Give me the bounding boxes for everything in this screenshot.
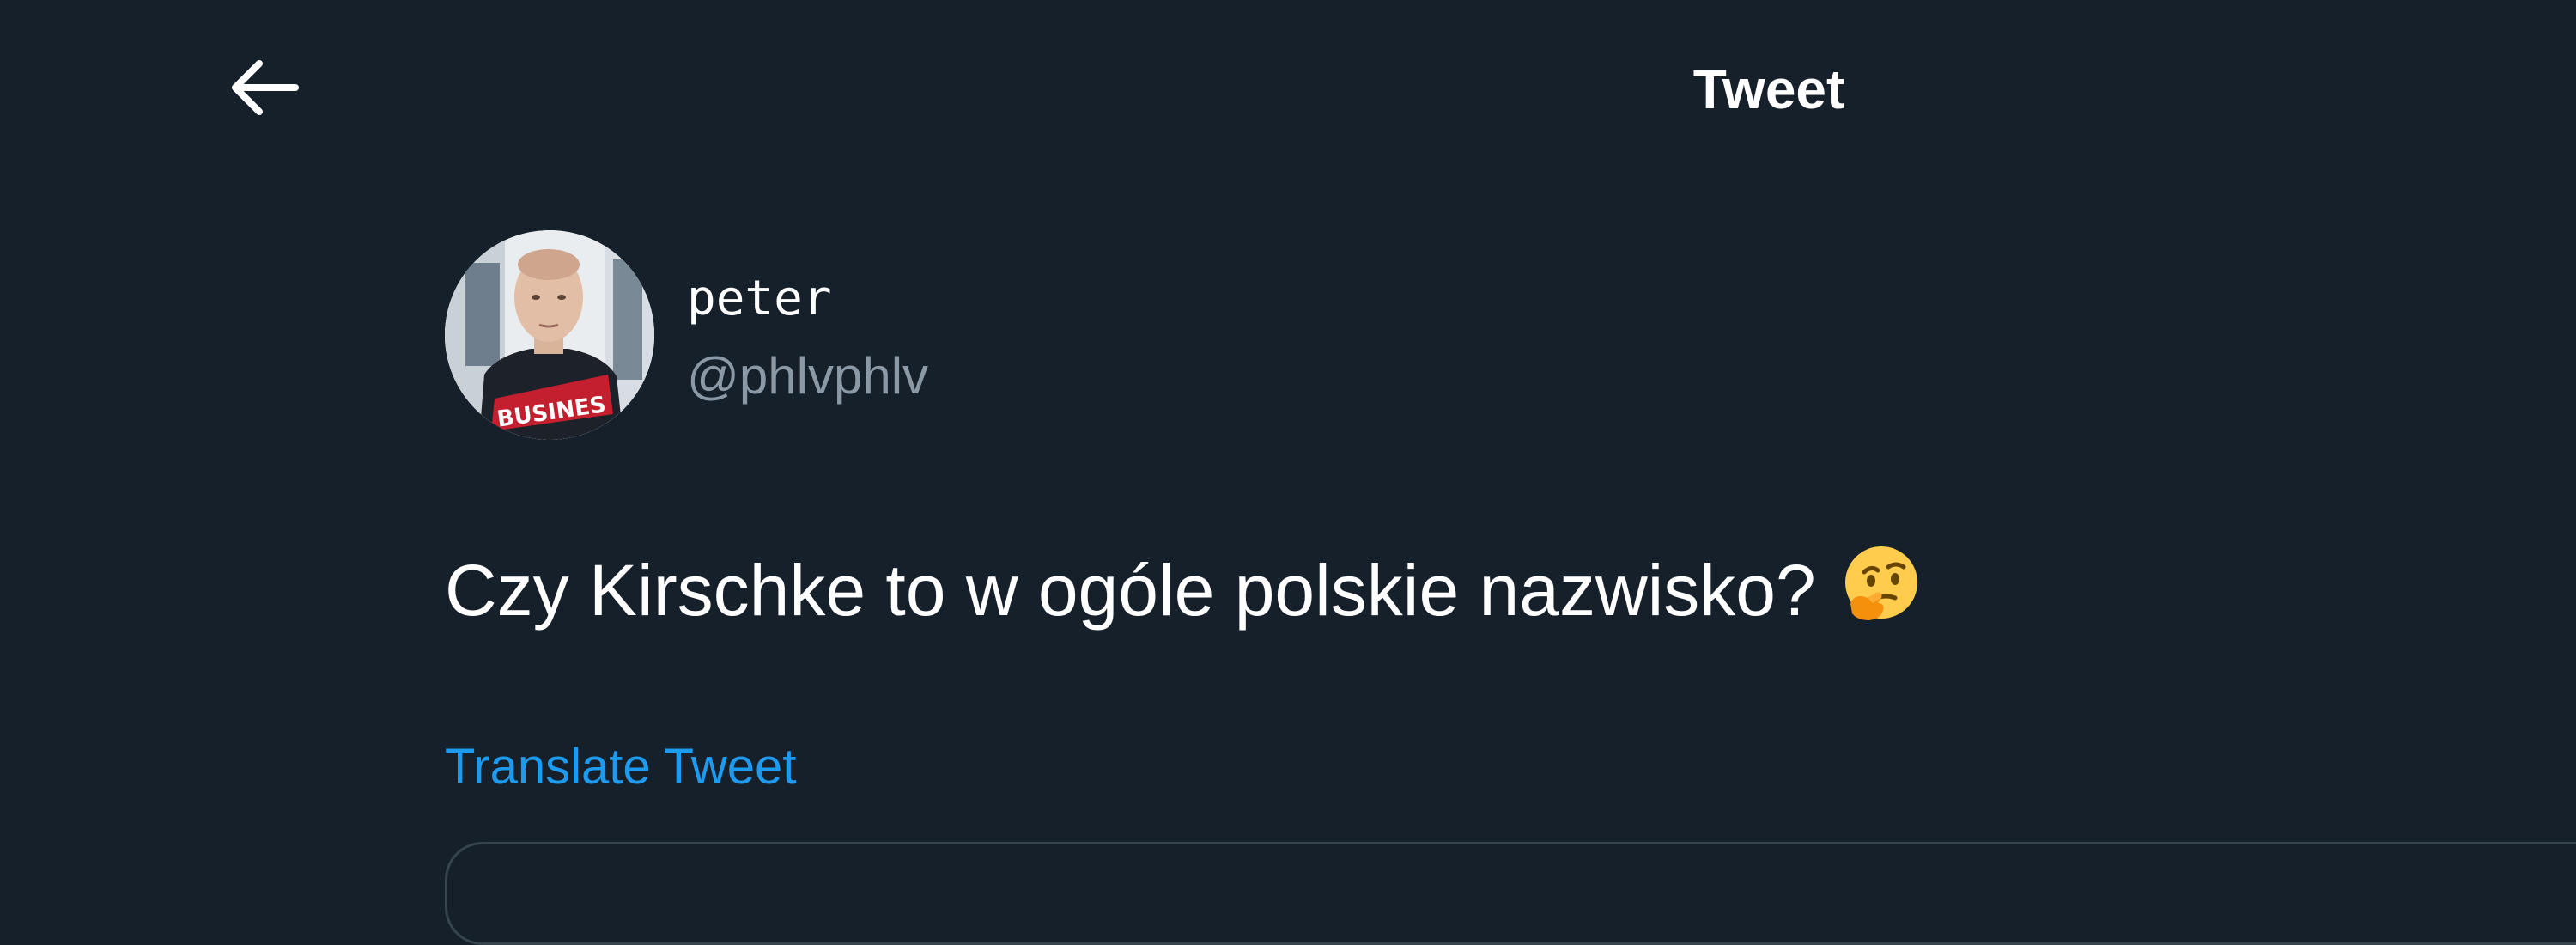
author-handle[interactable]: @phlvphlv bbox=[687, 345, 928, 407]
author-display-name[interactable]: peter bbox=[687, 270, 832, 328]
quoted-card[interactable] bbox=[445, 842, 2576, 945]
page-title: Tweet bbox=[1692, 58, 1845, 120]
avatar-photo: BUSINES bbox=[445, 230, 654, 440]
tweet-text-content: Czy Kirschke to w ogóle polskie nazwisko… bbox=[445, 550, 1816, 631]
translate-tweet-link[interactable]: Translate Tweet bbox=[445, 737, 796, 797]
back-button[interactable] bbox=[225, 53, 302, 122]
arrow-left-icon bbox=[232, 60, 299, 115]
thinking-face-icon bbox=[1838, 541, 1924, 627]
tweet-text: Czy Kirschke to w ogóle polskie nazwisko… bbox=[445, 541, 1924, 633]
avatar[interactable]: BUSINES bbox=[445, 230, 654, 440]
